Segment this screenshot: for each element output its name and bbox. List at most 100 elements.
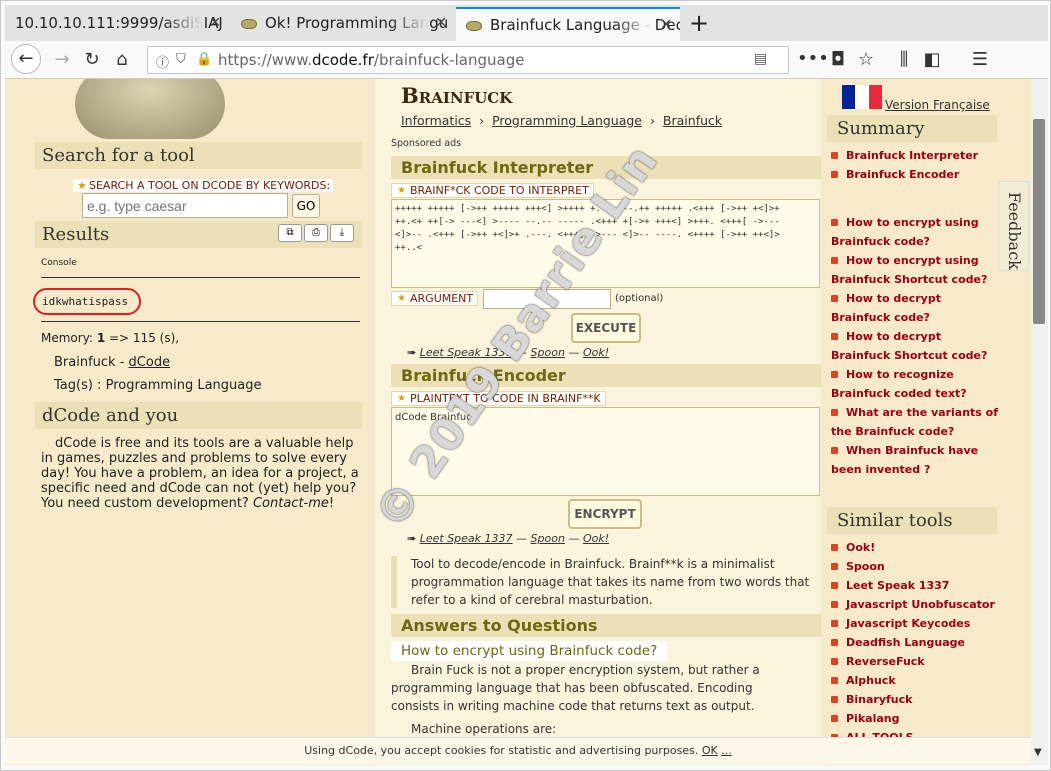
breadcrumb-brainfuck[interactable]: Brainfuck	[663, 113, 722, 128]
french-flag-icon[interactable]	[842, 85, 882, 109]
close-icon[interactable]: ✕	[435, 7, 447, 39]
similar-tool-link[interactable]: Pikalang	[831, 709, 899, 728]
divider	[41, 321, 360, 322]
close-icon[interactable]: ✕	[660, 9, 672, 41]
info-icon[interactable]: ⓘ	[156, 52, 169, 71]
search-input[interactable]	[82, 193, 288, 218]
forward-arrow-icon[interactable]: →	[49, 47, 75, 73]
scroll-down-icon[interactable]: ▼	[1034, 747, 1042, 758]
library-icon[interactable]: ⫼	[891, 47, 917, 73]
quote-bar	[391, 556, 397, 608]
right-column: Version Française Summary Brainfuck Inte…	[821, 79, 1001, 765]
dcode-link[interactable]: dCode	[129, 355, 171, 370]
pocket-icon[interactable]: ◘	[825, 47, 851, 73]
similar-tool-link[interactable]: Javascript Keycodes	[831, 614, 970, 633]
similar-tool-link[interactable]: Alphuck	[831, 671, 896, 690]
cookie-banner: Using dCode, you accept cookies for stat…	[5, 737, 1031, 764]
similar-tool-link[interactable]: Binaryfuck	[831, 690, 912, 709]
sidebar-icon[interactable]: ◧	[919, 47, 945, 73]
new-tab-button[interactable]: +	[689, 9, 709, 37]
reload-icon[interactable]: ↻	[79, 47, 105, 73]
similar-tool-link[interactable]: ReverseFuck	[831, 652, 925, 671]
copy-icon[interactable]: ⧉	[278, 224, 302, 242]
console-label: Console	[41, 258, 77, 268]
summary-link[interactable]: Brainfuck Encoder	[831, 165, 1001, 184]
result-output: idkwhatispass	[33, 288, 141, 315]
tab-2[interactable]: Ok! Programming Langu ✕	[231, 7, 455, 41]
similar-tool-link[interactable]: Javascript Unobfuscator	[831, 595, 995, 614]
link-ook[interactable]: Ook!	[583, 346, 609, 359]
related-links-2: ➠ Leet Speak 1337 — Spoon — Ook!	[407, 532, 610, 545]
encrypt-button[interactable]: ENCRYPT	[568, 499, 642, 529]
search-heading: Search for a tool	[35, 142, 362, 169]
browser-window: 10.10.10.111:9999/asdiSIAJ ✕ Ok! Programm…	[0, 0, 1051, 771]
menu-icon[interactable]: ☰	[967, 47, 993, 73]
bookmark-star-icon[interactable]: ☆	[853, 47, 879, 73]
summary-link[interactable]: How to decrypt Brainfuck code?	[831, 289, 996, 327]
close-icon[interactable]: ✕	[209, 7, 221, 39]
cookie-more-link[interactable]: ...	[721, 744, 732, 757]
about-text: dCode is free and its tools are a valuab…	[41, 436, 359, 511]
link-spoon[interactable]: Spoon	[531, 532, 565, 545]
tool-description: Tool to decode/encode in Brainfuck. Brai…	[411, 557, 810, 607]
summary-link[interactable]: How to encrypt using Brainfuck Shortcut …	[831, 251, 996, 289]
cookie-ok-link[interactable]: OK	[702, 744, 718, 757]
tags-line: Tag(s) : Programming Language	[54, 378, 262, 393]
memory-line: Memory: 1 => 115 (s),	[41, 331, 180, 345]
summary-link[interactable]: How to recognize Brainfuck coded text?	[831, 365, 1001, 403]
navigation-bar: ← → ↻ ⌂ ⓘ ⛉ 🔒 https://www.dcode.fr/brain…	[5, 41, 1048, 79]
argument-label: ARGUMENT	[391, 291, 479, 306]
scrollbar-thumb[interactable]	[1033, 119, 1045, 324]
similar-tools-heading: Similar tools	[827, 507, 997, 534]
contact-link[interactable]: Contact-me	[253, 496, 329, 511]
summary-heading: Summary	[827, 115, 997, 142]
sponsored-label: Sponsored ads	[391, 138, 462, 149]
answer-1-ops: Machine operations are:	[411, 722, 557, 736]
breadcrumb: Informatics › Programming Language › Bra…	[401, 113, 723, 128]
tab-3-active[interactable]: Brainfuck Language - Dec ✕	[456, 7, 680, 41]
summary-link[interactable]: How to decrypt Brainfuck Shortcut code?	[831, 327, 996, 365]
answer-1-text: Brain Fuck is not a proper encryption sy…	[391, 663, 760, 713]
about-heading: dCode and you	[35, 402, 362, 429]
more-actions-icon[interactable]: •••	[797, 46, 829, 72]
tab-1[interactable]: 10.10.10.111:9999/asdiSIAJ ✕	[5, 7, 229, 41]
summary-link[interactable]: Brainfuck Interpreter	[831, 146, 1001, 165]
breadcrumb-informatics[interactable]: Informatics	[401, 113, 471, 128]
answers-heading: Answers to Questions	[391, 614, 821, 637]
address-bar[interactable]: ⓘ ⛉ 🔒 https://www.dcode.fr/brainfuck-lan…	[147, 46, 789, 74]
breadcrumb-programming-language[interactable]: Programming Language	[492, 113, 642, 128]
execute-button[interactable]: EXECUTE	[571, 313, 641, 343]
go-button[interactable]: GO	[292, 194, 320, 218]
code-label: BRAINF*CK CODE TO INTERPRET	[391, 183, 594, 198]
reader-view-icon[interactable]: ▤	[754, 51, 767, 67]
print-icon[interactable]: ⎙	[304, 224, 328, 242]
french-version-link[interactable]: Version Française	[885, 98, 990, 112]
tool-crumb: Brainfuck - dCode	[54, 355, 171, 370]
left-column: Search for a tool ★ SEARCH A TOOL ON DCOD…	[5, 79, 375, 765]
summary-link[interactable]: When Brainfuck have been invented ?	[831, 441, 996, 479]
summary-link[interactable]: What are the variants of the Brainfuck c…	[831, 403, 1001, 441]
similar-tool-link[interactable]: Deadfish Language	[831, 633, 965, 652]
scrollbar[interactable]: ▼	[1031, 79, 1048, 765]
back-arrow-icon[interactable]: ←	[11, 44, 41, 74]
page-title: Brainfuck	[401, 83, 513, 108]
favicon-icon	[241, 18, 257, 29]
download-icon[interactable]: ⤓	[330, 224, 354, 242]
similar-tool-link[interactable]: Ook!	[831, 538, 875, 557]
favicon-icon	[466, 20, 482, 31]
similar-tool-link[interactable]: Leet Speak 1337	[831, 576, 949, 595]
summary-link[interactable]: How to encrypt using Brainfuck code?	[831, 213, 996, 251]
question-1-heading: How to encrypt using Brainfuck code?	[391, 641, 668, 661]
link-ook[interactable]: Ook!	[583, 532, 609, 545]
dcode-logo	[75, 79, 225, 139]
link-leet-speak[interactable]: Leet Speak 1337	[420, 532, 513, 545]
shield-icon[interactable]: ⛉	[176, 52, 186, 67]
divider	[41, 277, 360, 278]
optional-hint: (optional)	[615, 293, 664, 304]
feedback-tab[interactable]: Feedback	[999, 181, 1029, 271]
star-icon: ★	[77, 179, 87, 192]
similar-tool-link[interactable]: Spoon	[831, 557, 885, 576]
home-icon[interactable]: ⌂	[109, 47, 135, 73]
search-label: ★ SEARCH A TOOL ON DCODE BY KEYWORDS:	[73, 179, 334, 192]
lock-icon: 🔒	[196, 52, 213, 67]
